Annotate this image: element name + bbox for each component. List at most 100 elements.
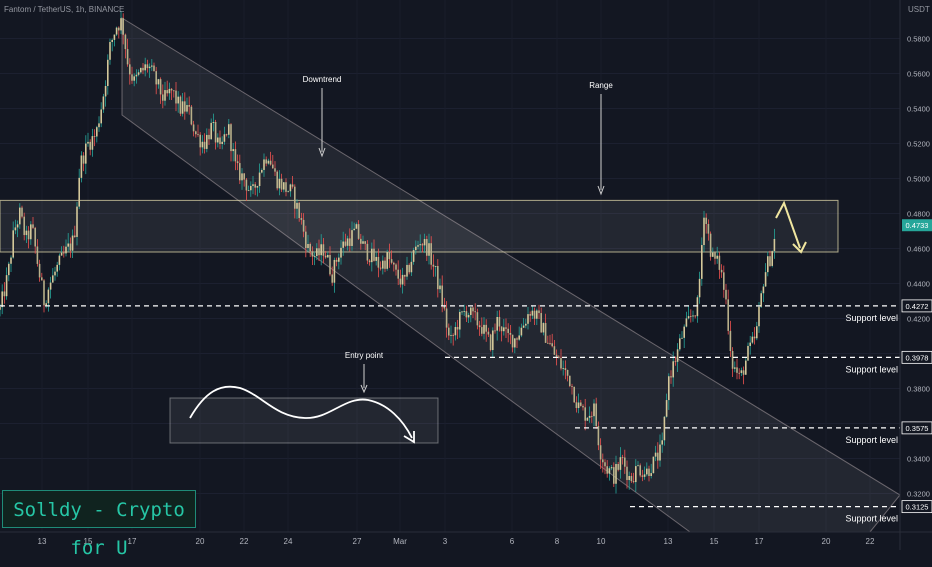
candle-body [485, 324, 487, 332]
candle-body [91, 136, 94, 150]
candle-body [232, 149, 234, 152]
candle [569, 375, 571, 388]
candle-body [338, 257, 340, 262]
time-tick-label: 17 [755, 537, 764, 546]
candle-body [740, 370, 743, 373]
candle-body [52, 275, 54, 283]
candle-body [137, 72, 140, 75]
candle-body [747, 345, 749, 361]
candle-body [76, 206, 78, 237]
candle-body [16, 224, 19, 228]
candle-body [144, 64, 146, 71]
price-tick-label: 0.3400 [907, 455, 930, 464]
candle-body [45, 303, 47, 306]
candle-body [159, 79, 162, 95]
candle-body [21, 207, 23, 217]
candle-body [696, 297, 699, 317]
candle-body [195, 131, 197, 135]
candle-body [276, 171, 278, 189]
candle-body [454, 326, 457, 336]
candle-body [239, 163, 241, 181]
candle-body [184, 101, 186, 112]
symbol-title: Fantom / TetherUS, 1h, BINANCE [4, 5, 125, 14]
time-tick-label: 22 [240, 537, 249, 546]
candle-body [364, 241, 366, 244]
time-tick-label: 3 [443, 537, 448, 546]
candle-body [531, 310, 534, 316]
candle-body [104, 86, 107, 97]
candle [709, 231, 712, 261]
candle [771, 250, 773, 268]
support-price-tag: 0.3978 [906, 353, 929, 362]
candle-body [674, 361, 677, 363]
candle-body [82, 155, 85, 164]
support-price-tag: 0.4272 [906, 302, 929, 311]
candle-body [360, 238, 362, 244]
candle-body [679, 338, 681, 350]
candle-body [441, 285, 443, 306]
candle-body [529, 314, 531, 316]
candle-body [470, 307, 472, 315]
candle-body [349, 238, 351, 246]
candle-body [474, 311, 476, 313]
candle-body [12, 230, 14, 258]
candle-body [118, 27, 120, 31]
candle-body [346, 238, 349, 246]
candle-body [49, 282, 52, 290]
candle-body [368, 260, 371, 263]
price-chart[interactable]: Support level Support level Support level S… [0, 0, 932, 550]
candle-body [382, 260, 384, 269]
candle-body [419, 244, 421, 246]
candle-body [694, 315, 696, 317]
candle-body [192, 124, 195, 132]
candle-body [450, 335, 452, 336]
candle-body [459, 311, 461, 330]
candle-body [340, 247, 342, 258]
candle-body [467, 314, 470, 318]
candle-body [635, 466, 637, 483]
candle-body [38, 263, 41, 278]
candle-body [509, 332, 512, 335]
candle-body [498, 317, 501, 327]
candle-body [551, 343, 553, 347]
candle-body [54, 271, 56, 276]
candle-body [410, 261, 413, 273]
candle-body [591, 415, 593, 417]
candle-body [670, 376, 672, 378]
candle-body [615, 464, 617, 484]
candle-body [63, 252, 65, 254]
candle-body [729, 330, 732, 352]
candle-body [247, 190, 250, 192]
candle-body [533, 310, 536, 319]
candle-body [421, 244, 424, 246]
candle-body [298, 202, 300, 219]
candle-body [516, 338, 518, 340]
candle-body [415, 246, 417, 251]
candle-body [230, 124, 232, 152]
candle-body [428, 243, 430, 256]
candle-body [542, 323, 545, 333]
candle-body [366, 243, 369, 261]
time-tick-label: 8 [555, 537, 560, 546]
price-tick-label: 0.4600 [907, 245, 930, 254]
candle-body [388, 252, 391, 260]
time-tick-label: 10 [597, 537, 606, 546]
candle-body [324, 255, 327, 258]
candle-body [555, 354, 558, 357]
candle-body [463, 311, 465, 312]
candle-body [505, 327, 507, 329]
candle-body [639, 465, 641, 476]
candle-body [586, 417, 589, 421]
candle-body [212, 121, 215, 123]
candle-body [564, 368, 567, 371]
time-tick-label: 15 [710, 537, 719, 546]
candle-body [536, 310, 538, 319]
candle-body [707, 223, 710, 234]
candle [639, 463, 641, 478]
candle-body [437, 266, 439, 290]
candle-body [47, 289, 50, 304]
candle-body [203, 141, 206, 149]
candle-body [313, 255, 316, 257]
candle-body [120, 18, 122, 31]
candle [190, 105, 193, 126]
